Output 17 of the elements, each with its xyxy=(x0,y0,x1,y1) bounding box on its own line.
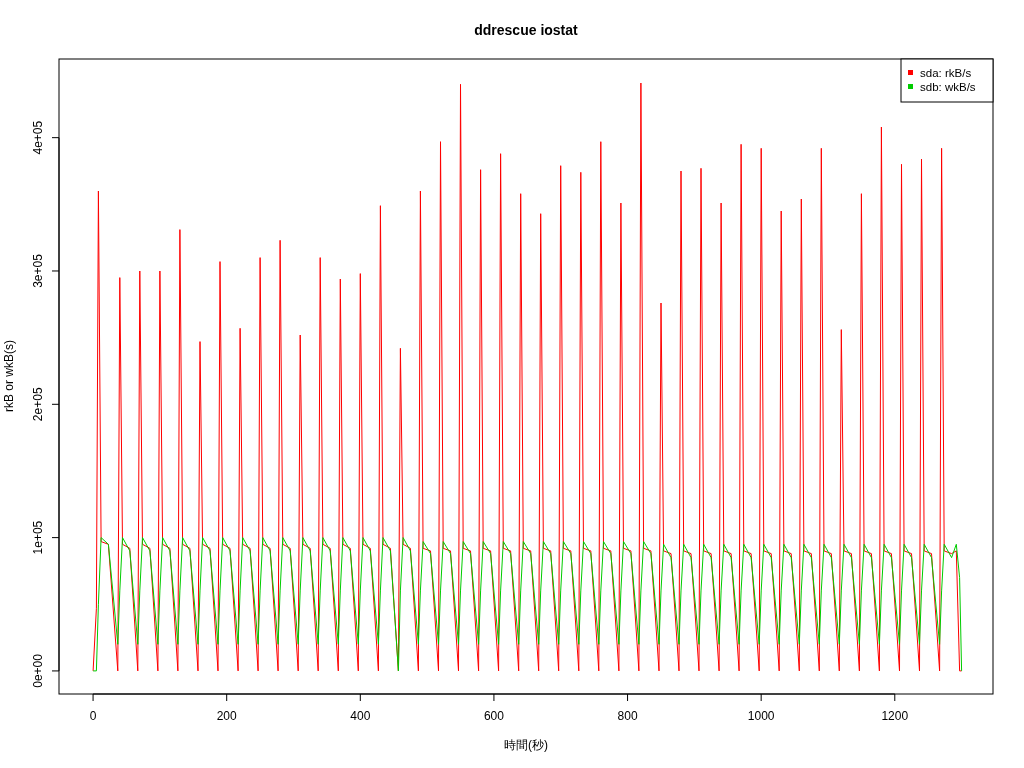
x-tick-label: 1200 xyxy=(881,709,909,723)
x-tick-label: 1000 xyxy=(747,709,775,723)
legend-label: sdb: wkB/s xyxy=(920,81,976,93)
x-axis-title: 時間(秒) xyxy=(504,738,548,752)
x-tick-label: 400 xyxy=(350,709,371,723)
x-tick-label: 600 xyxy=(483,709,504,723)
y-tick-label: 1e+05 xyxy=(31,520,45,555)
y-tick-label: 4e+05 xyxy=(31,120,45,155)
y-tick-label: 2e+05 xyxy=(31,387,45,422)
y-axis-title: rkB or wkB(s) xyxy=(2,340,16,412)
y-tick-label: 3e+05 xyxy=(31,254,45,288)
legend-label: sda: rkB/s xyxy=(920,67,972,79)
x-tick-label: 0 xyxy=(89,709,97,723)
x-tick-label: 200 xyxy=(216,709,237,723)
x-tick-label: 800 xyxy=(617,709,638,723)
chart-title: ddrescue iostat xyxy=(474,22,578,38)
y-tick-label: 0e+00 xyxy=(31,654,45,688)
